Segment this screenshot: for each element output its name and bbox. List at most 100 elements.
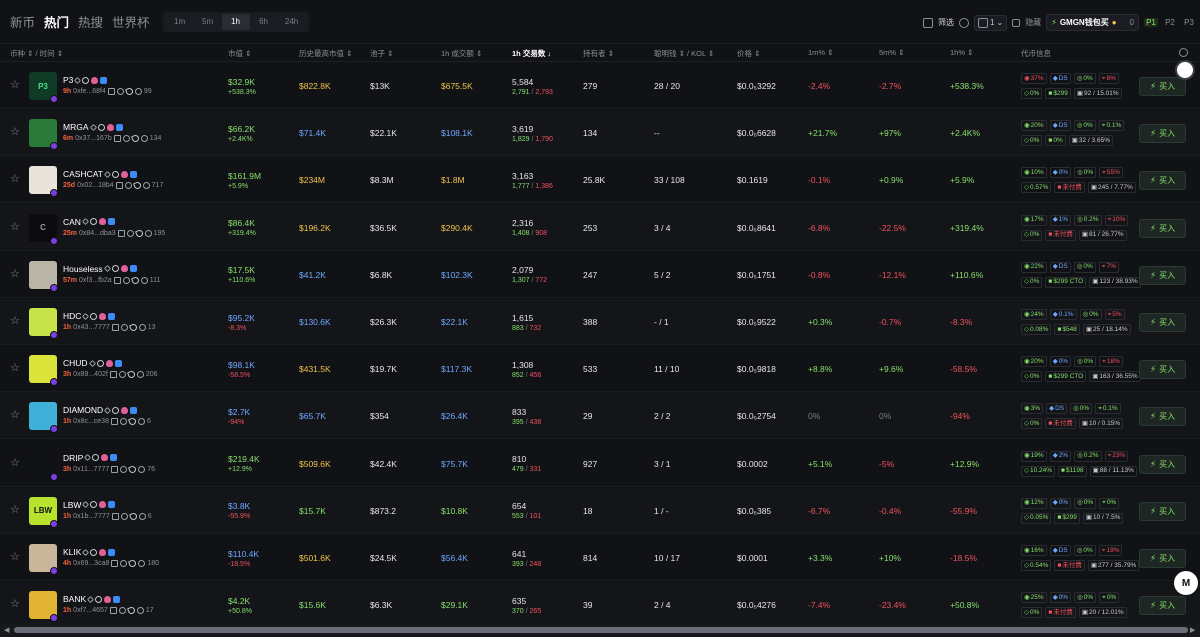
website-icon[interactable] xyxy=(118,607,126,615)
table-row[interactable]: ☆ DRIP 3h 0x11...7777 76 $219.4K +12.9% … xyxy=(0,441,1200,487)
token-address[interactable]: 0x89...402f xyxy=(73,371,108,378)
sniper-badge[interactable]: ⌖ 7% xyxy=(1098,261,1119,273)
tab-world-cup[interactable]: 世界杯 xyxy=(112,12,150,31)
scroll-right-icon[interactable]: ▶ xyxy=(1190,626,1195,634)
edit-icon[interactable] xyxy=(104,406,112,414)
copy-icon[interactable] xyxy=(111,465,119,473)
favorite-star-icon[interactable]: ☆ xyxy=(10,268,21,280)
insider-badge[interactable]: ◎ 0% xyxy=(1074,167,1097,179)
search-icon[interactable] xyxy=(111,265,119,273)
table-row[interactable]: ☆ CASHCAT 25d 0x02...18b4 717 $161.9M +5… xyxy=(0,157,1200,204)
sniper-badge[interactable]: ⌖ 19% xyxy=(1098,545,1123,556)
bundle-badge[interactable]: ◇ 0% xyxy=(1021,135,1043,147)
dex-paid-badge[interactable]: ■ $299 xyxy=(1045,88,1071,99)
token-symbol[interactable]: HDC xyxy=(63,311,81,321)
bundle-badge[interactable]: ◇ 0% xyxy=(1021,229,1043,241)
dev-badge[interactable]: ◆ 0.1% xyxy=(1049,309,1077,320)
tab-hot-search[interactable]: 热搜 xyxy=(78,12,103,31)
scrollbar-thumb[interactable] xyxy=(14,627,1188,633)
token-address[interactable]: 0x43...7777 xyxy=(73,324,110,331)
timeframe-6h[interactable]: 6h xyxy=(250,14,278,30)
token-symbol[interactable]: LBW xyxy=(63,500,81,510)
edit-icon[interactable] xyxy=(84,454,92,462)
insider-badge[interactable]: ◎ 0% xyxy=(1074,356,1097,368)
search-icon[interactable] xyxy=(97,123,105,131)
dex-paid-badge[interactable]: ■ 未付费 xyxy=(1045,418,1076,430)
dex-paid-badge[interactable]: ■ $548 xyxy=(1054,324,1080,335)
col-smart-kol[interactable]: 聪明钱 ⇕ / KOL ⇕ xyxy=(654,48,714,59)
token-address[interactable]: 0x69...3ca8 xyxy=(73,560,109,567)
website-icon[interactable] xyxy=(119,418,127,426)
holders-rate-badge[interactable]: ▣ 277 / 35.79% xyxy=(1087,560,1140,571)
token-symbol[interactable]: CAN xyxy=(63,217,81,227)
dev-badge[interactable]: ◆ DS xyxy=(1049,120,1071,132)
search-icon[interactable] xyxy=(90,501,98,509)
favorite-star-icon[interactable]: ☆ xyxy=(10,504,21,516)
top10-holders-badge[interactable]: ◉ 20% xyxy=(1021,356,1047,368)
search-icon[interactable] xyxy=(95,595,103,603)
wallet-buy-box[interactable]: ⚡ GMGN钱包买 ● 0 xyxy=(1046,14,1139,31)
tab-new[interactable]: 新币 xyxy=(10,12,35,31)
col-pool[interactable]: 池子 ⇕ xyxy=(370,48,393,59)
favorite-star-icon[interactable]: ☆ xyxy=(10,457,21,469)
search-icon[interactable] xyxy=(96,359,104,367)
edit-icon[interactable] xyxy=(74,76,82,84)
table-row[interactable]: ☆ HDC 1h 0x43...7777 13 $95.2K -8.3% $13… xyxy=(0,299,1200,345)
insider-badge[interactable]: ◎ 0% xyxy=(1074,497,1097,509)
token-symbol[interactable]: CHUD xyxy=(63,358,88,368)
timeframe-24h[interactable]: 24h xyxy=(278,14,306,30)
favorite-star-icon[interactable]: ☆ xyxy=(10,174,21,185)
col-price[interactable]: 价格 ⇕ xyxy=(737,48,760,59)
table-row[interactable]: ☆ DIAMOND 1h 0x8c...ce38 6 $2.7K -94% $6… xyxy=(0,393,1200,440)
token-address[interactable]: 0xfe...68f4 xyxy=(73,88,106,95)
bundle-badge[interactable]: ◇ 0.05% xyxy=(1021,512,1052,524)
table-row[interactable]: ☆ C CAN 25m 0x84...dba3 195 $86.4K +319.… xyxy=(0,204,1200,251)
col-mcap[interactable]: 市值 ⇕ xyxy=(228,48,251,59)
website-icon[interactable] xyxy=(120,324,128,331)
floating-logo-icon[interactable]: M xyxy=(1174,571,1198,595)
dex-paid-badge[interactable]: ■ $1198 xyxy=(1058,465,1087,477)
holders-rate-badge[interactable]: ▣ 81 / 26.77% xyxy=(1078,229,1127,241)
website-icon[interactable] xyxy=(122,135,130,143)
token-symbol[interactable]: BANK xyxy=(63,594,86,604)
search-icon[interactable] xyxy=(90,312,98,320)
edit-icon[interactable] xyxy=(82,548,90,556)
copy-icon[interactable] xyxy=(109,371,117,379)
dev-badge[interactable]: ◆ DS xyxy=(1049,73,1071,84)
preset-p3[interactable]: P3 xyxy=(1182,18,1196,27)
dex-paid-badge[interactable]: ■ $299 CTO xyxy=(1045,276,1087,288)
copy-icon[interactable] xyxy=(111,560,119,567)
favorite-star-icon[interactable]: ☆ xyxy=(10,80,21,91)
buy-button[interactable]: ⚡ 买入 xyxy=(1139,124,1186,144)
table-row[interactable]: ☆ CHUD 3h 0x89...402f 206 $98.1K -58.5% … xyxy=(0,346,1200,393)
insider-badge[interactable]: ◎ 0% xyxy=(1073,261,1096,273)
dex-paid-badge[interactable]: ■ $299 CTO xyxy=(1045,371,1087,383)
table-row[interactable]: ☆ MRGA 6m 0x37...167b 134 $66.2K +2.4K% … xyxy=(0,110,1200,157)
top10-holders-badge[interactable]: ◉ 17% xyxy=(1021,214,1047,226)
bundle-badge[interactable]: ◇ 10.24% xyxy=(1021,465,1056,477)
col-token[interactable]: 币种 ⇕ / 时间 ⇕ xyxy=(10,48,63,59)
sniper-badge[interactable]: ⌖ 18% xyxy=(1099,356,1123,368)
scroll-left-icon[interactable]: ◀ xyxy=(4,626,9,634)
tab-trending[interactable]: 热门 xyxy=(44,12,69,31)
timeframe-1h[interactable]: 1h xyxy=(221,13,250,30)
token-address[interactable]: 0x8c...ce38 xyxy=(73,418,109,425)
dev-badge[interactable]: ◆ 0% xyxy=(1049,356,1072,368)
dev-badge[interactable]: ◆ 2% xyxy=(1049,450,1072,462)
telegram-icon[interactable] xyxy=(128,511,138,521)
copy-icon[interactable] xyxy=(111,324,119,331)
table-row[interactable]: ☆ P3 P3 9h 0xfe...68f4 99 $32.9K +538.3%… xyxy=(0,63,1200,109)
top10-holders-badge[interactable]: ◉ 20% xyxy=(1021,120,1047,132)
insider-badge[interactable]: ◎ 0.2% xyxy=(1074,450,1102,462)
copy-icon[interactable] xyxy=(107,88,115,95)
dev-badge[interactable]: ◆ 0% xyxy=(1049,592,1072,604)
buy-button[interactable]: ⚡ 买入 xyxy=(1139,171,1186,191)
telegram-icon[interactable] xyxy=(130,275,140,285)
telegram-icon[interactable] xyxy=(128,559,138,568)
website-icon[interactable] xyxy=(124,182,132,190)
sniper-badge[interactable]: ⌖ 0% xyxy=(1099,497,1120,509)
search-icon[interactable] xyxy=(112,406,120,414)
favorite-star-icon[interactable]: ☆ xyxy=(10,410,21,421)
holders-rate-badge[interactable]: ▣ 10 / 7.5% xyxy=(1082,512,1124,524)
token-address[interactable]: 0xf7...4657 xyxy=(73,607,108,614)
